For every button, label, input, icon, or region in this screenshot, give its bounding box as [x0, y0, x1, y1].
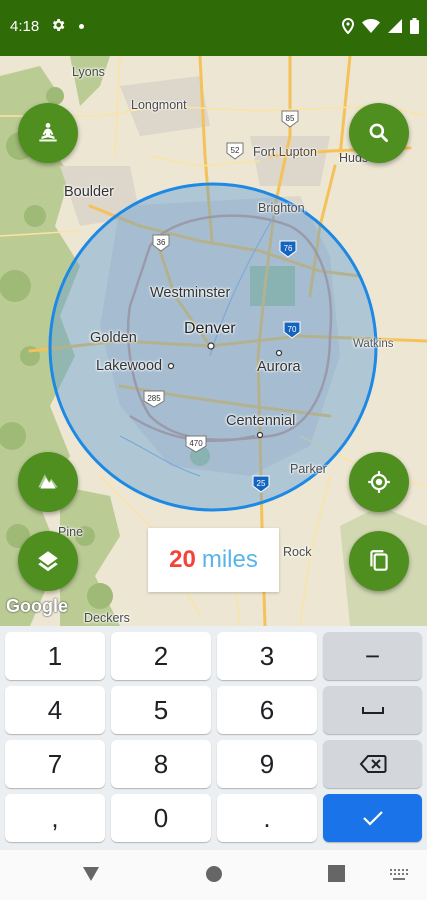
svg-text:70: 70: [288, 325, 297, 334]
svg-text:470: 470: [189, 439, 203, 448]
layers-button[interactable]: [18, 531, 78, 591]
map-label-brighton: Brighton: [258, 201, 305, 215]
map-label-aurora: Aurora: [257, 359, 301, 375]
key-backspace[interactable]: [323, 740, 422, 788]
location-pin-icon: [342, 18, 354, 34]
map-label-denver: Denver: [184, 320, 236, 337]
radius-unit: miles: [201, 546, 258, 573]
map-label-longmont: Longmont: [131, 98, 187, 112]
highway-shield-36: 36: [152, 234, 170, 252]
recents-icon[interactable]: [328, 865, 345, 882]
highway-shield-25: 25: [252, 475, 270, 493]
backspace-icon: [359, 755, 386, 773]
map-label-centennial: Centennial: [226, 413, 296, 429]
my-location-button[interactable]: [349, 452, 409, 512]
cellular-signal-icon: [388, 19, 402, 33]
meditation-button[interactable]: [18, 103, 78, 163]
radius-display: 20 miles: [148, 528, 279, 592]
copy-button[interactable]: [349, 531, 409, 591]
map-label-parker: Parker: [290, 462, 327, 476]
key-2[interactable]: 2: [111, 632, 211, 680]
highway-shield-52: 52: [226, 142, 244, 160]
svg-text:52: 52: [231, 146, 240, 155]
key-5[interactable]: 5: [111, 686, 211, 734]
map-view[interactable]: Lyons Longmont Boulder Fort Lupton Hudso…: [0, 56, 427, 626]
battery-icon: [410, 18, 419, 34]
space-bar-icon: [361, 707, 384, 714]
map-label-lakewood: Lakewood: [96, 358, 163, 374]
key-1[interactable]: 1: [5, 632, 105, 680]
back-icon[interactable]: [82, 865, 100, 883]
highway-shield-70: 70: [283, 321, 301, 339]
svg-text:76: 76: [284, 244, 293, 253]
notification-dot-icon: [79, 24, 84, 29]
search-icon: [369, 123, 388, 142]
svg-text:25: 25: [257, 479, 266, 488]
search-button[interactable]: [349, 103, 409, 163]
key-6[interactable]: 6: [217, 686, 317, 734]
keyboard-switch-icon[interactable]: [390, 869, 408, 881]
status-time: 4:18: [10, 18, 40, 35]
key-4[interactable]: 4: [5, 686, 105, 734]
key-8[interactable]: 8: [111, 740, 211, 788]
map-label-golden: Golden: [90, 330, 137, 346]
key-3[interactable]: 3: [217, 632, 317, 680]
map-label-westminster: Westminster: [150, 285, 231, 301]
system-nav-bar: [0, 850, 427, 900]
gear-icon: [52, 19, 65, 31]
key-comma[interactable]: ,: [5, 794, 105, 842]
terrain-button[interactable]: [18, 452, 78, 512]
my-location-icon: [368, 471, 390, 493]
map-label-watkins: Watkins: [353, 338, 394, 350]
map-label-lyons: Lyons: [72, 65, 105, 79]
copy-icon: [370, 550, 388, 571]
checkmark-icon: [362, 811, 383, 826]
google-logo: Google: [6, 596, 68, 616]
highway-shield-285: 285: [143, 390, 165, 408]
svg-text:36: 36: [157, 238, 166, 247]
key-period[interactable]: .: [217, 794, 317, 842]
wifi-icon: [362, 19, 380, 33]
meditation-person-icon: [39, 123, 57, 142]
key-done[interactable]: [323, 794, 422, 842]
highway-shield-85: 85: [281, 110, 299, 128]
key-space[interactable]: [323, 686, 422, 734]
layers-icon: [38, 551, 58, 572]
radius-value: 20: [169, 546, 196, 573]
key-9[interactable]: 9: [217, 740, 317, 788]
highway-shield-470: 470: [185, 435, 207, 453]
svg-text:285: 285: [147, 394, 161, 403]
numeric-keyboard: 1 2 3 − 4 5 6 7 8 9 , 0 .: [0, 626, 427, 850]
key-minus[interactable]: −: [323, 632, 422, 680]
status-bar: 4:18: [0, 0, 427, 56]
status-icons: [342, 17, 419, 35]
map-label-deckers: Deckers: [84, 611, 130, 625]
key-7[interactable]: 7: [5, 740, 105, 788]
terrain-layers-icon: [38, 474, 58, 489]
map-label-fort-lupton: Fort Lupton: [253, 145, 317, 159]
key-0[interactable]: 0: [111, 794, 211, 842]
svg-text:85: 85: [286, 114, 295, 123]
home-icon[interactable]: [205, 865, 223, 883]
map-label-rock: Rock: [283, 545, 312, 559]
highway-shield-76: 76: [279, 240, 297, 258]
map-label-boulder: Boulder: [64, 184, 114, 200]
